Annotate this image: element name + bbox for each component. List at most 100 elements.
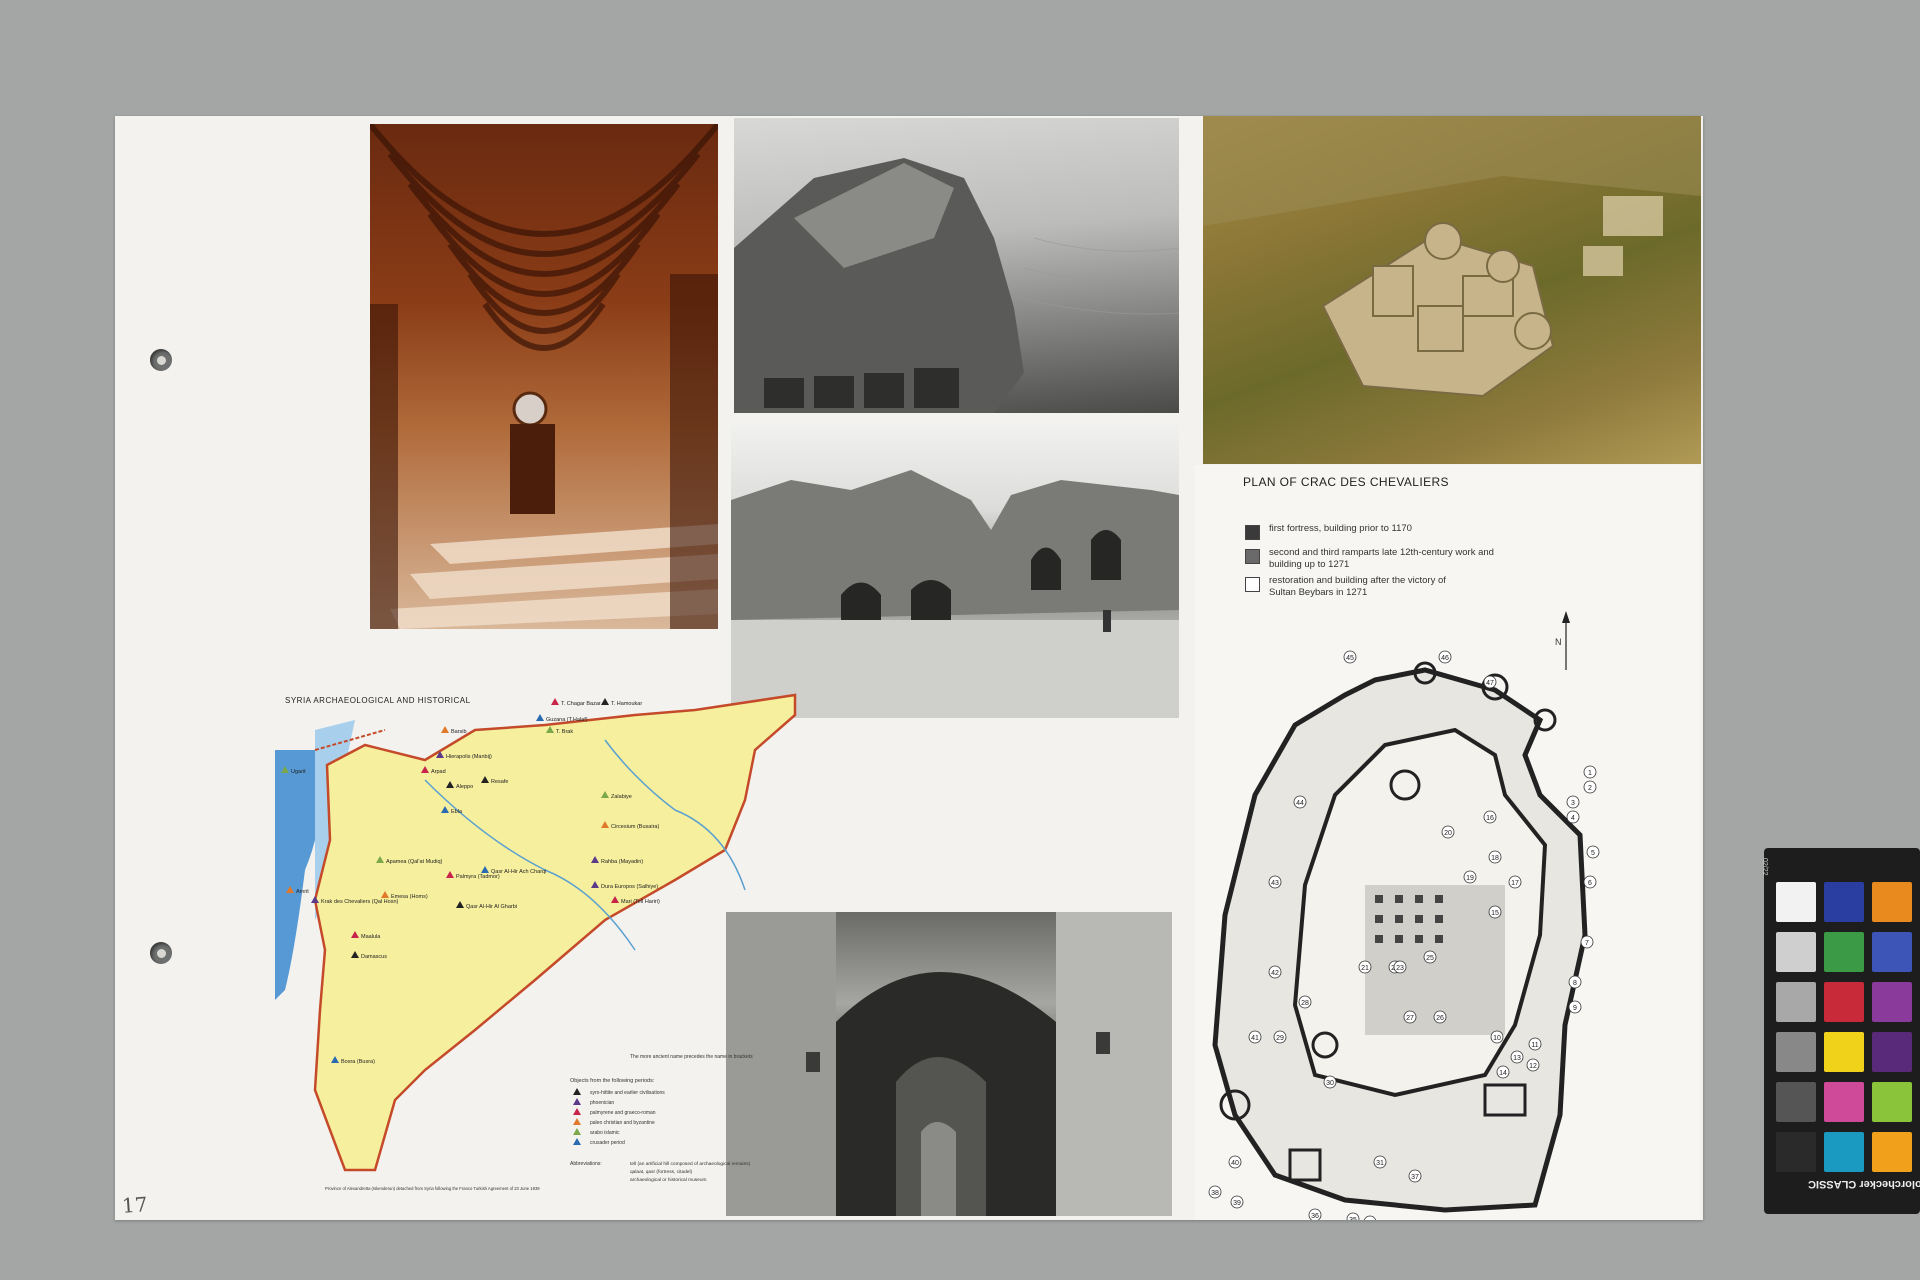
- plan-number: 44: [1296, 800, 1304, 807]
- map-abbreviation: tell (an artificial hill composed of arc…: [630, 1161, 751, 1167]
- plan-number: 20: [1444, 830, 1452, 837]
- plan-number: 26: [1436, 1015, 1444, 1022]
- map-place-label: Dura Europos (Salhiye): [601, 884, 658, 890]
- plan-number: 8: [1573, 980, 1577, 987]
- plan-number: 15: [1491, 910, 1499, 917]
- map-legend-marker: [573, 1128, 581, 1135]
- plan-number: 38: [1211, 1190, 1219, 1197]
- color-swatch: [1824, 1132, 1864, 1172]
- color-swatch: [1824, 882, 1864, 922]
- courtyard-ruins-photo: [731, 420, 1179, 718]
- map-legend-label: arabo islamic: [590, 1130, 620, 1136]
- map-place-label: Arpad: [431, 769, 446, 775]
- color-swatch: [1872, 1032, 1912, 1072]
- map-legend-heading: Objects from the following periods:: [570, 1078, 655, 1084]
- plan-number: 25: [1426, 955, 1434, 962]
- plan-number: 39: [1233, 1200, 1241, 1207]
- fortress-wall-photo: [734, 118, 1179, 413]
- map-place-label: Hierapolis (Manbij): [446, 754, 492, 760]
- punch-hole: [150, 942, 172, 964]
- plan-number: 21: [1361, 965, 1369, 972]
- map-legend-label: phoenician: [590, 1100, 614, 1106]
- plan-number: 29: [1276, 1035, 1284, 1042]
- plan-number: 45: [1346, 655, 1354, 662]
- map-place-label: Bosra (Busra): [341, 1059, 375, 1065]
- plan-number: 19: [1466, 875, 1474, 882]
- color-swatch: [1824, 982, 1864, 1022]
- map-legend-marker: [573, 1108, 581, 1115]
- plan-number: 1: [1588, 770, 1592, 777]
- map-place-label: T. Chagar Bazar: [561, 701, 601, 707]
- plan-number: 17: [1511, 880, 1519, 887]
- map-place-label: Apamea (Qal'at Mudiq): [386, 859, 443, 865]
- color-swatch: [1776, 982, 1816, 1022]
- map-site-marker: [441, 726, 449, 733]
- plan-number: 13: [1513, 1055, 1521, 1062]
- map-legend-label: crusader period: [590, 1140, 625, 1146]
- punch-hole: [150, 349, 172, 371]
- plan-number: 9: [1573, 1005, 1577, 1012]
- plan-number: 14: [1499, 1070, 1507, 1077]
- plan-number: 43: [1271, 880, 1279, 887]
- plan-number: 37: [1411, 1174, 1419, 1181]
- map-abbreviations-label: Abbreviations:: [570, 1161, 602, 1167]
- map-place-label: Barsib: [451, 729, 467, 735]
- north-arrow-label: N: [1555, 637, 1562, 647]
- plan-number: 5: [1591, 850, 1595, 857]
- color-swatch: [1824, 1032, 1864, 1072]
- page-number: 17: [121, 1192, 149, 1218]
- plan-number: 10: [1493, 1035, 1501, 1042]
- map-legend-marker: [573, 1098, 581, 1105]
- colorchecker-brand: colorchecker CLASSIC: [1808, 1178, 1920, 1190]
- plan-number: 4: [1571, 815, 1575, 822]
- map-legend-marker: [573, 1118, 581, 1125]
- map-place-label: Ebla: [451, 809, 463, 815]
- castle-plan: PLAN OF CRAC DES CHEVALIERS first fortre…: [1195, 465, 1700, 1220]
- map-place-label: Qasr Al-Hir Ach Charqi: [491, 869, 546, 875]
- map-abbreviation: qalaat, qasr (fortress, citadel): [630, 1169, 693, 1175]
- color-swatch: [1776, 1132, 1816, 1172]
- map-legend-label: palmyrene and graeco-roman: [590, 1110, 656, 1116]
- color-swatch: [1776, 1082, 1816, 1122]
- plan-number: 3: [1571, 800, 1575, 807]
- map-place-label: Circesium (Busaira): [611, 824, 659, 830]
- map-place-label: Damascus: [361, 954, 387, 960]
- map-place-label: T. Brak: [556, 729, 573, 735]
- map-place-label: Mari (Tell Hariri): [621, 899, 660, 905]
- map-legend-marker: [573, 1088, 581, 1095]
- plan-number: 36: [1311, 1213, 1319, 1220]
- color-swatch: [1872, 932, 1912, 972]
- map-legend-marker: [573, 1138, 581, 1145]
- plan-number: 16: [1486, 815, 1494, 822]
- plan-number: 41: [1251, 1035, 1259, 1042]
- aerial-castle-photo: [1203, 116, 1701, 464]
- map-legend-label: paleo christian and byzantine: [590, 1120, 655, 1126]
- color-swatch: [1872, 1082, 1912, 1122]
- map-footnote: Province of Alexandretta (Iskenderun) de…: [325, 1186, 540, 1191]
- map-legend-note: The more ancient name precedes the name …: [630, 1054, 753, 1060]
- plan-number: 11: [1531, 1042, 1538, 1049]
- plan-number: 7: [1585, 940, 1589, 947]
- map-title: SYRIA ARCHAEOLOGICAL AND HISTORICAL: [285, 696, 471, 705]
- map-abbreviation: archaeological or historical museum: [630, 1177, 707, 1183]
- plan-number: 35: [1349, 1217, 1357, 1220]
- map-place-label: Ugarit: [291, 769, 306, 775]
- plan-number: 28: [1301, 1000, 1309, 1007]
- plan-number: 47: [1486, 680, 1494, 687]
- color-swatch: [1872, 982, 1912, 1022]
- colorchecker-card: 02/22 colorchecker CLASSIC: [1761, 848, 1920, 1214]
- map-place-label: Qasr Al-Hir Al Gharbi: [466, 904, 517, 910]
- map-legend-label: syro-hittite and earlier civilisations: [590, 1090, 665, 1096]
- plan-number: 40: [1231, 1160, 1239, 1167]
- plan-number: 31: [1376, 1160, 1384, 1167]
- plan-number: 30: [1326, 1080, 1334, 1087]
- plan-number: 23: [1396, 965, 1404, 972]
- color-swatch: [1824, 1082, 1864, 1122]
- map-site-marker: [601, 698, 609, 705]
- color-swatch: [1776, 882, 1816, 922]
- plan-number: 46: [1441, 655, 1449, 662]
- map-place-label: Krak des Chevaliers (Qal Hosn): [321, 899, 399, 905]
- map-place-label: Resafe: [491, 779, 508, 785]
- map-place-label: Maalula: [361, 934, 381, 940]
- color-swatch: [1872, 1132, 1912, 1172]
